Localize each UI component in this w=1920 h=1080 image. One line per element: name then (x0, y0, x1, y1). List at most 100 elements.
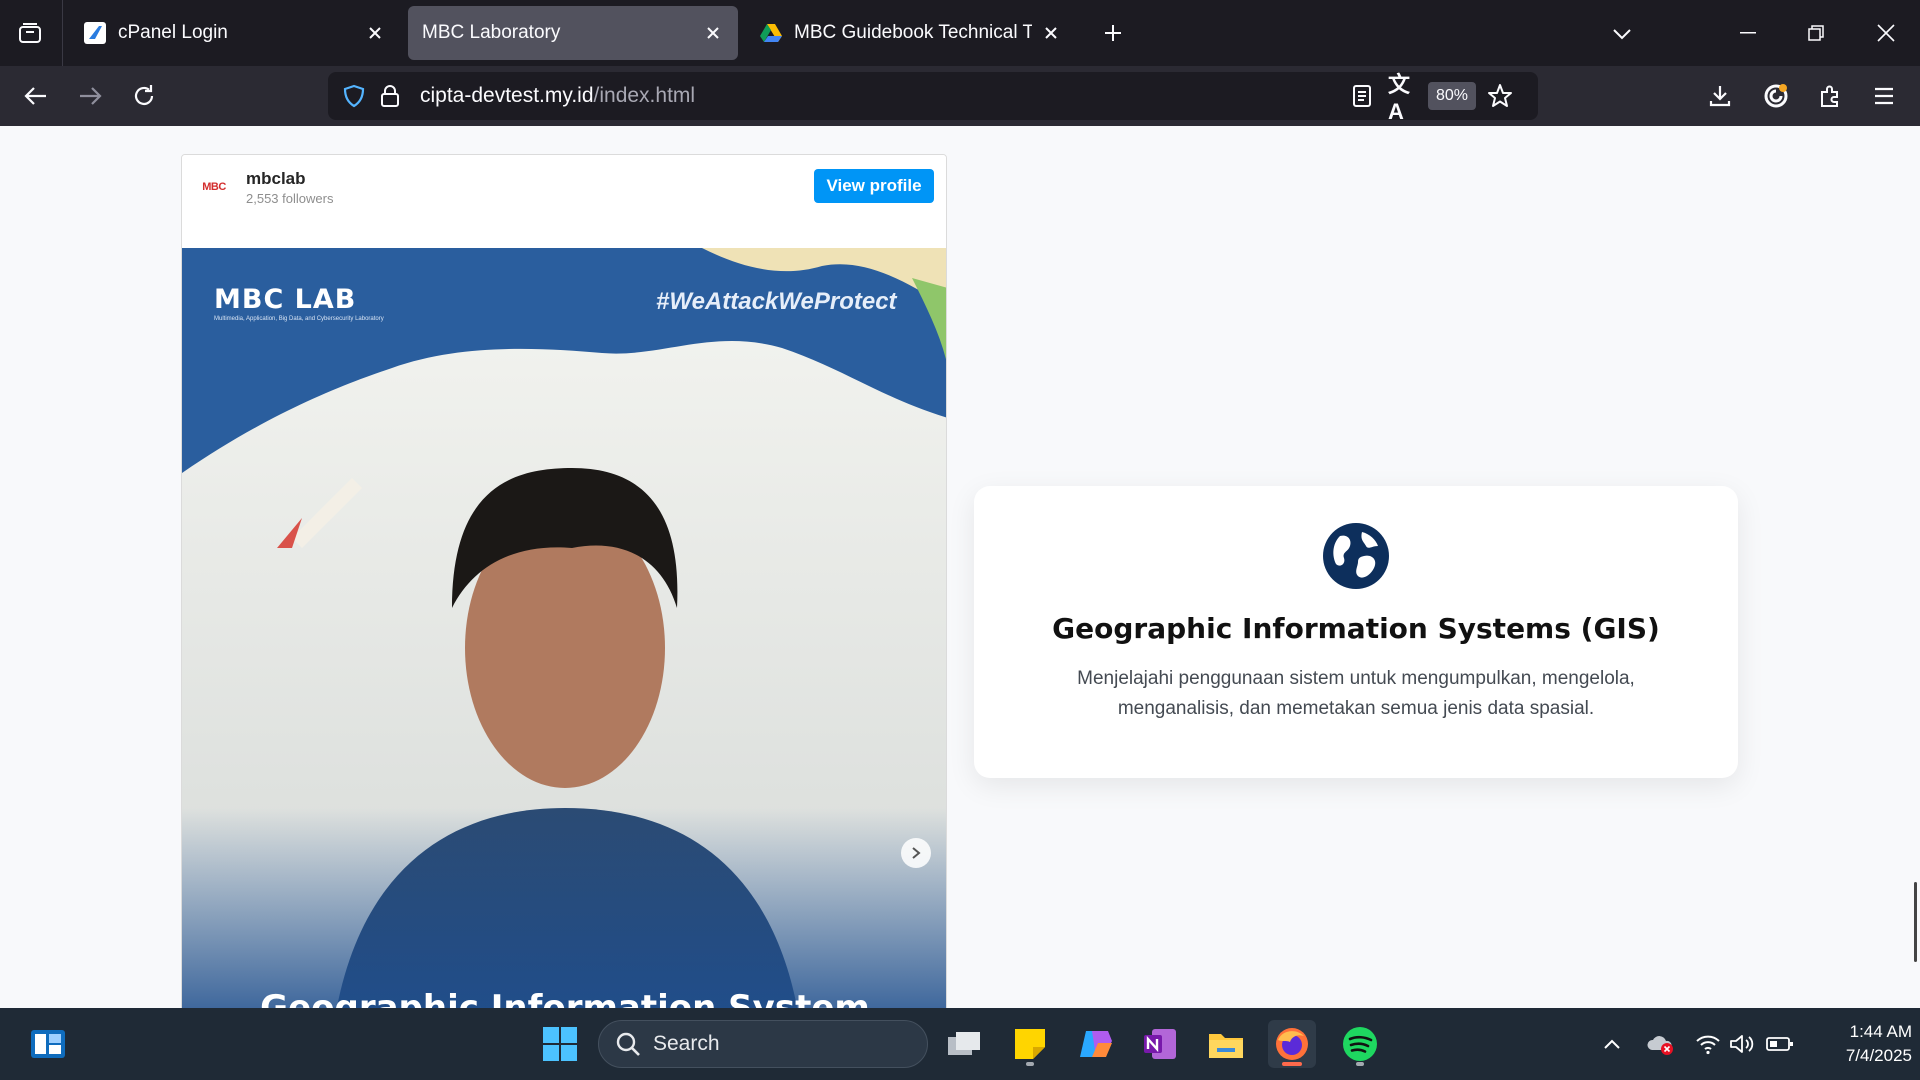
running-indicator (1356, 1062, 1364, 1066)
cloud-error-icon (1647, 1036, 1673, 1055)
post-photo-illustration (182, 248, 946, 1008)
account-button[interactable] (1756, 76, 1796, 116)
instagram-post-media[interactable]: MBC LAB Multimedia, Application, Big Dat… (182, 248, 946, 1008)
gis-feature-card: Geographic Information Systems (GIS) Men… (974, 486, 1738, 778)
taskbar-clock[interactable]: 1:44 AM 7/4/2025 (1806, 1020, 1912, 1068)
tab-close-icon[interactable] (702, 22, 724, 44)
gis-card-title: Geographic Information Systems (GIS) (1052, 612, 1660, 645)
tab-close-icon[interactable] (1040, 22, 1062, 44)
windows-taskbar: Search 1:44 AM 7/4/2025 (0, 1008, 1920, 1080)
bookmark-star-icon[interactable] (1486, 82, 1514, 110)
chevron-right-icon (912, 847, 921, 859)
onedrive-status-button[interactable] (1646, 1030, 1674, 1058)
onenote-icon (1144, 1029, 1176, 1059)
instagram-embed-header: MBC mbclab 2,553 followers View profile (182, 155, 946, 219)
firefox-icon (1276, 1028, 1308, 1060)
copilot-app[interactable] (1072, 1020, 1120, 1068)
windows-logo-icon (543, 1027, 577, 1061)
search-icon (616, 1032, 640, 1056)
volume-button[interactable] (1728, 1030, 1756, 1058)
network-button[interactable] (1694, 1030, 1722, 1058)
hamburger-menu-icon (1875, 87, 1893, 105)
task-view-button[interactable] (940, 1020, 988, 1068)
sticky-notes-app[interactable] (1006, 1020, 1054, 1068)
tab-mbc-guidebook[interactable]: MBC Guidebook Technical Test - Google Dr… (746, 6, 1076, 60)
running-indicator (1026, 1062, 1034, 1066)
google-drive-favicon-icon (760, 24, 782, 42)
tab-mbc-laboratory[interactable]: MBC Laboratory (408, 6, 738, 60)
puzzle-piece-icon (1821, 85, 1838, 107)
battery-button[interactable] (1766, 1030, 1794, 1058)
forward-button[interactable] (70, 76, 110, 116)
tracking-protection-shield-icon[interactable] (340, 82, 368, 110)
globe-icon (1323, 523, 1389, 589)
restore-button[interactable] (1782, 0, 1850, 66)
app-menu-button[interactable] (1864, 76, 1904, 116)
clock-date: 7/4/2025 (1845, 1046, 1912, 1065)
url-path: /index.html (593, 84, 696, 107)
post-hashtag: #WeAttackWeProtect (656, 288, 897, 315)
list-all-tabs-button[interactable] (1606, 18, 1638, 50)
start-button[interactable] (536, 1020, 584, 1068)
reader-view-icon[interactable] (1348, 82, 1376, 110)
new-tab-button[interactable] (1096, 16, 1130, 50)
zoom-level-badge[interactable]: 80% (1428, 82, 1477, 110)
close-window-button[interactable] (1852, 0, 1920, 66)
restore-icon (1808, 25, 1824, 41)
widgets-icon (31, 1030, 65, 1058)
post-caption-overlay: Geographic Information System (260, 988, 870, 1008)
show-hidden-icons-button[interactable] (1598, 1030, 1626, 1058)
tab-title: cPanel Login (118, 22, 228, 43)
widgets-button[interactable] (24, 1020, 72, 1068)
address-bar[interactable]: cipta-devtest.my.id/index.html 文A 80% (328, 72, 1538, 124)
active-app-indicator (1282, 1062, 1302, 1066)
onenote-app[interactable] (1136, 1020, 1184, 1068)
avatar[interactable]: MBC (196, 169, 232, 205)
firefox-app[interactable] (1268, 1020, 1316, 1068)
tab-title: MBC Laboratory (422, 22, 561, 43)
web-page-content: MBC mbclab 2,553 followers View profile (0, 126, 1920, 1008)
instagram-username[interactable]: mbclab (246, 169, 306, 189)
tab-title: MBC Guidebook Technical Test - Google Dr… (794, 22, 1032, 43)
tab-close-icon[interactable] (364, 22, 386, 44)
speaker-icon (1730, 1035, 1754, 1053)
cpanel-favicon-icon (84, 22, 106, 44)
close-icon (1877, 24, 1895, 42)
task-view-icon (948, 1032, 980, 1055)
spotify-app[interactable] (1336, 1020, 1384, 1068)
copilot-icon (1080, 1031, 1112, 1057)
reload-button[interactable] (124, 76, 164, 116)
lock-icon[interactable] (376, 82, 404, 110)
carousel-next-button[interactable] (901, 838, 931, 868)
back-button[interactable] (16, 76, 56, 116)
search-placeholder: Search (653, 1032, 720, 1055)
clock-time: 1:44 AM (1849, 1022, 1912, 1041)
browser-tab-bar: cPanel Login MBC Laboratory MBC Guideboo… (0, 0, 1920, 66)
mbc-lab-logo-text: MBC LAB (214, 284, 357, 315)
downloads-button[interactable] (1700, 76, 1740, 116)
file-explorer-app[interactable] (1202, 1020, 1250, 1068)
chevron-down-icon (1613, 29, 1631, 40)
tab-separator (62, 0, 63, 66)
page-scrollbar-thumb[interactable] (1914, 882, 1917, 962)
tab-cpanel-login[interactable]: cPanel Login (70, 6, 400, 60)
firefox-account-icon (1764, 84, 1788, 108)
tab-overview-icon (19, 23, 41, 43)
translate-icon[interactable]: 文A (1388, 72, 1416, 124)
minimize-button[interactable] (1714, 0, 1782, 66)
folder-icon (1209, 1034, 1243, 1058)
arrow-left-icon (24, 87, 46, 105)
taskbar-search-box[interactable]: Search (598, 1020, 928, 1068)
gis-card-description: Menjelajahi penggunaan sistem untuk meng… (1077, 668, 1635, 719)
view-profile-button[interactable]: View profile (814, 169, 934, 203)
minimize-icon (1740, 32, 1756, 34)
spotify-icon (1343, 1027, 1377, 1061)
reload-icon (134, 85, 154, 105)
url-text[interactable]: cipta-devtest.my.id/index.html (420, 84, 695, 108)
extensions-button[interactable] (1810, 76, 1850, 116)
plus-icon (1105, 25, 1121, 41)
url-domain: cipta-devtest.my.id (420, 84, 594, 107)
tab-overview-button[interactable] (12, 17, 48, 49)
sticky-notes-icon (1015, 1029, 1045, 1059)
download-icon (1709, 86, 1731, 107)
